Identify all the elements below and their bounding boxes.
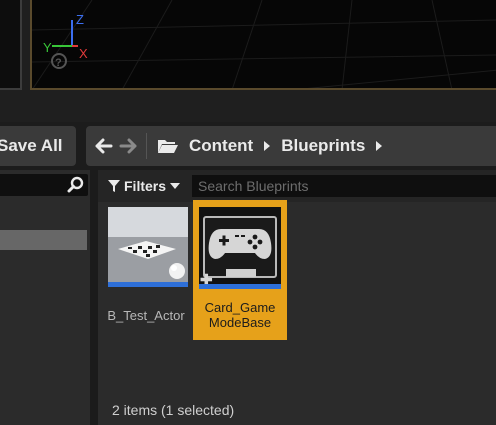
svg-text:?: ? [55, 57, 62, 69]
save-all-button[interactable]: Save All [0, 126, 76, 166]
axis-z-label: Z [76, 12, 84, 27]
breadcrumb-separator[interactable] [365, 140, 393, 152]
filter-bar: Filters [98, 170, 496, 202]
forward-button[interactable] [116, 126, 140, 166]
save-all-label: Save All [0, 136, 63, 155]
asset-type-bar [199, 284, 281, 289]
divider [146, 133, 147, 159]
folder-search-input[interactable] [0, 174, 88, 196]
filters-label: Filters [124, 178, 167, 194]
chevron-down-icon [170, 183, 181, 189]
content-browser-toolbar: Save All Content Blueprints [0, 122, 496, 170]
search-icon [67, 176, 84, 193]
asset-tile-card-game-modebase[interactable]: ✚ Card_Game ModeBase [193, 200, 287, 340]
back-button[interactable] [92, 126, 116, 166]
axis-x-label: X [79, 46, 88, 61]
asset-view: Filters B_Test_Actor [98, 170, 496, 425]
viewport-region: Z X Y ? [0, 0, 496, 122]
asset-tile-b-test-actor[interactable]: B_Test_Actor [105, 200, 199, 340]
level-viewport[interactable]: Z X Y ? [30, 0, 496, 90]
panel-splitter[interactable] [90, 170, 98, 425]
breadcrumb-blueprints[interactable]: Blueprints [281, 136, 365, 156]
viewport-grid [32, 0, 496, 88]
arrow-left-icon [95, 138, 113, 154]
caret-right-icon [376, 141, 383, 151]
arrow-right-icon [119, 138, 137, 154]
breadcrumb-separator[interactable] [253, 140, 281, 152]
filters-button[interactable]: Filters [108, 176, 181, 196]
path-bar: Content Blueprints [86, 126, 496, 166]
status-text: 2 items (1 selected) [112, 402, 235, 418]
filter-funnel-icon [108, 180, 120, 192]
search-blueprints-input[interactable] [192, 175, 496, 197]
actor-thumbnail-icon [108, 207, 188, 287]
asset-type-bar [108, 282, 188, 287]
axis-gizmo-icon: Z X Y ? [43, 12, 88, 69]
asset-name: B_Test_Actor [107, 308, 185, 323]
axis-y-label: Y [43, 40, 52, 55]
caret-right-icon [264, 141, 271, 151]
folder-tree-item-selected[interactable] [0, 230, 87, 250]
sources-panel [0, 170, 90, 425]
gamepad-icon: ✚ [199, 207, 281, 289]
asset-name: Card_Game ModeBase [204, 300, 276, 330]
breadcrumb-content[interactable]: Content [189, 136, 253, 156]
secondary-viewport[interactable] [0, 0, 22, 90]
folder-open-icon [158, 140, 178, 153]
